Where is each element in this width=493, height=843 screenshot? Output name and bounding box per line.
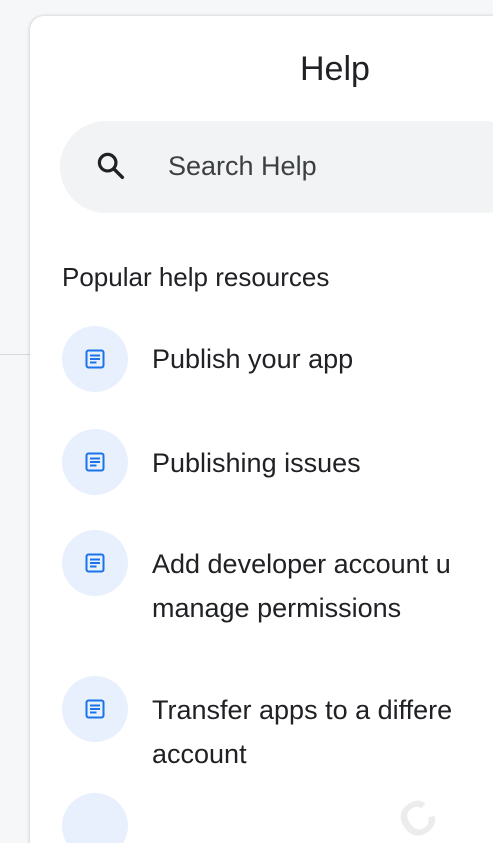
- search-icon[interactable]: [95, 150, 127, 182]
- help-panel-header: Help: [0, 50, 493, 94]
- popular-resources-heading: Popular help resources: [62, 262, 330, 292]
- article-icon: [85, 452, 105, 472]
- article-icon-badge: [62, 530, 128, 596]
- help-resource-label: Publishing issues: [152, 448, 361, 478]
- article-icon-badge: [62, 676, 128, 742]
- article-icon: [85, 699, 105, 719]
- article-icon-badge: [62, 326, 128, 392]
- help-screen: Help Popular help resources Publish your…: [0, 0, 493, 843]
- help-resource-label: Transfer apps to a differe account: [152, 695, 453, 769]
- page-title: Help: [300, 50, 370, 88]
- background-divider: [0, 354, 30, 355]
- article-icon: [85, 349, 105, 369]
- search-input[interactable]: [168, 146, 488, 186]
- help-resource-label: Publish your app: [152, 344, 354, 374]
- help-resource-label: Add developer account u manage permissio…: [152, 549, 451, 623]
- article-icon: [85, 553, 105, 573]
- article-icon-badge: [62, 429, 128, 495]
